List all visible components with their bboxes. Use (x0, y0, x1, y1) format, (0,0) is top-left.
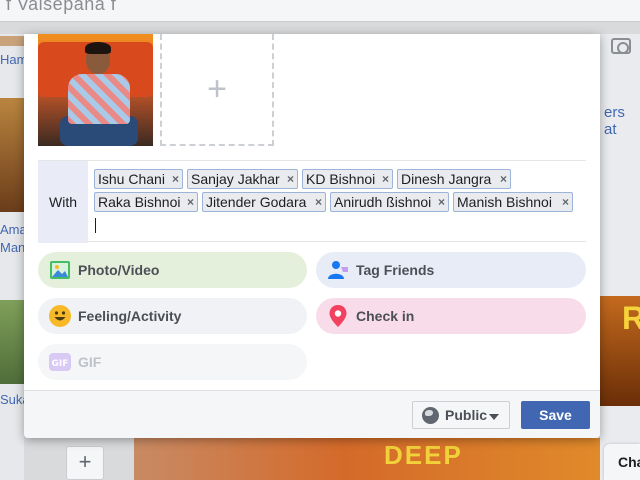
remove-tag-icon[interactable]: × (187, 193, 194, 211)
remove-tag-icon[interactable]: × (500, 170, 507, 188)
friend-tag: Anirudh ßishnoi × (330, 192, 449, 212)
photo-video-label: Photo/Video (78, 262, 160, 278)
privacy-selector[interactable]: Public (412, 401, 510, 429)
post-composer-dialog: + With Ishu Chani × Sanjay Jakhar × KD B… (24, 34, 600, 438)
background-photo (0, 36, 24, 46)
save-button[interactable]: Save (521, 401, 590, 429)
feeling-activity-label: Feeling/Activity (78, 308, 182, 324)
background-add-button[interactable]: + (66, 446, 104, 480)
friend-tag-name: KD Bishnoi (306, 171, 376, 187)
friend-tag-name: Sanjay Jakhar (191, 171, 280, 187)
background-right-text: ers at (604, 104, 625, 138)
remove-tag-icon[interactable]: × (382, 170, 389, 188)
gif-icon-text: GIF (52, 359, 69, 369)
friend-tag-name: Raka Bishnoi (98, 194, 181, 210)
friend-tag-name: Dinesh Jangra (401, 171, 492, 187)
photo-icon (50, 261, 70, 279)
photo-video-button[interactable]: Photo/Video (38, 252, 307, 288)
privacy-label: Public (445, 407, 488, 423)
friend-tag-name: Anirudh ßishnoi (334, 194, 432, 210)
check-in-button[interactable]: Check in (316, 298, 586, 334)
attached-photo-thumbnail[interactable] (38, 34, 153, 146)
background-title: f Valsepana f (6, 0, 117, 14)
composer-footer: Public Save (24, 390, 600, 438)
gif-icon: GIF (49, 353, 71, 371)
add-photo-button[interactable]: + (160, 34, 274, 146)
background-right-column (600, 34, 640, 480)
tag-input-caret[interactable] (95, 218, 96, 233)
background-left-text: Man (0, 240, 26, 255)
friend-tag: Manish Bishnoi × (453, 192, 573, 212)
friend-tag: Ishu Chani × (94, 169, 183, 189)
tag-friends-icon (328, 261, 348, 279)
check-in-label: Check in (356, 308, 415, 324)
remove-tag-icon[interactable]: × (438, 193, 445, 211)
background-photo (0, 98, 24, 212)
friend-tag-name: Jitender Godara (206, 194, 307, 210)
friend-tag-name: Ishu Chani (98, 171, 165, 187)
remove-tag-icon[interactable]: × (562, 193, 569, 211)
camera-icon (611, 38, 631, 54)
friend-tag: KD Bishnoi × (302, 169, 393, 189)
with-label: With (38, 161, 88, 243)
smiley-icon (49, 305, 71, 327)
background-photo (0, 300, 24, 384)
chat-tab[interactable]: Cha (604, 444, 640, 480)
friend-tag: Dinesh Jangra × (397, 169, 511, 189)
tag-people-row: With Ishu Chani × Sanjay Jakhar × KD Bis… (38, 160, 586, 243)
photo-person (85, 42, 111, 54)
gif-button[interactable]: GIF GIF (38, 344, 307, 380)
chevron-down-icon (489, 414, 499, 420)
background-photo (134, 438, 600, 480)
plus-icon: + (207, 70, 227, 108)
friend-tag: Jitender Godara × (202, 192, 326, 212)
remove-tag-icon[interactable]: × (287, 170, 294, 188)
gif-label: GIF (78, 354, 102, 370)
location-pin-icon (329, 305, 347, 327)
remove-tag-icon[interactable]: × (315, 193, 322, 211)
friend-tag: Sanjay Jakhar × (187, 169, 298, 189)
tag-friends-label: Tag Friends (356, 262, 435, 278)
globe-icon (422, 407, 439, 424)
background-left-text: Ama (0, 222, 27, 237)
feeling-activity-button[interactable]: Feeling/Activity (38, 298, 307, 334)
photo-person (68, 74, 130, 124)
background-photo-text: RA (622, 300, 640, 336)
background-top-bar: f Valsepana f (0, 0, 640, 22)
remove-tag-icon[interactable]: × (172, 170, 179, 188)
friend-tag-name: Manish Bishnoi (457, 194, 552, 210)
friend-tag: Raka Bishnoi × (94, 192, 198, 212)
background-photo-text: DEEP (384, 440, 463, 470)
tag-friends-button[interactable]: Tag Friends (316, 252, 586, 288)
